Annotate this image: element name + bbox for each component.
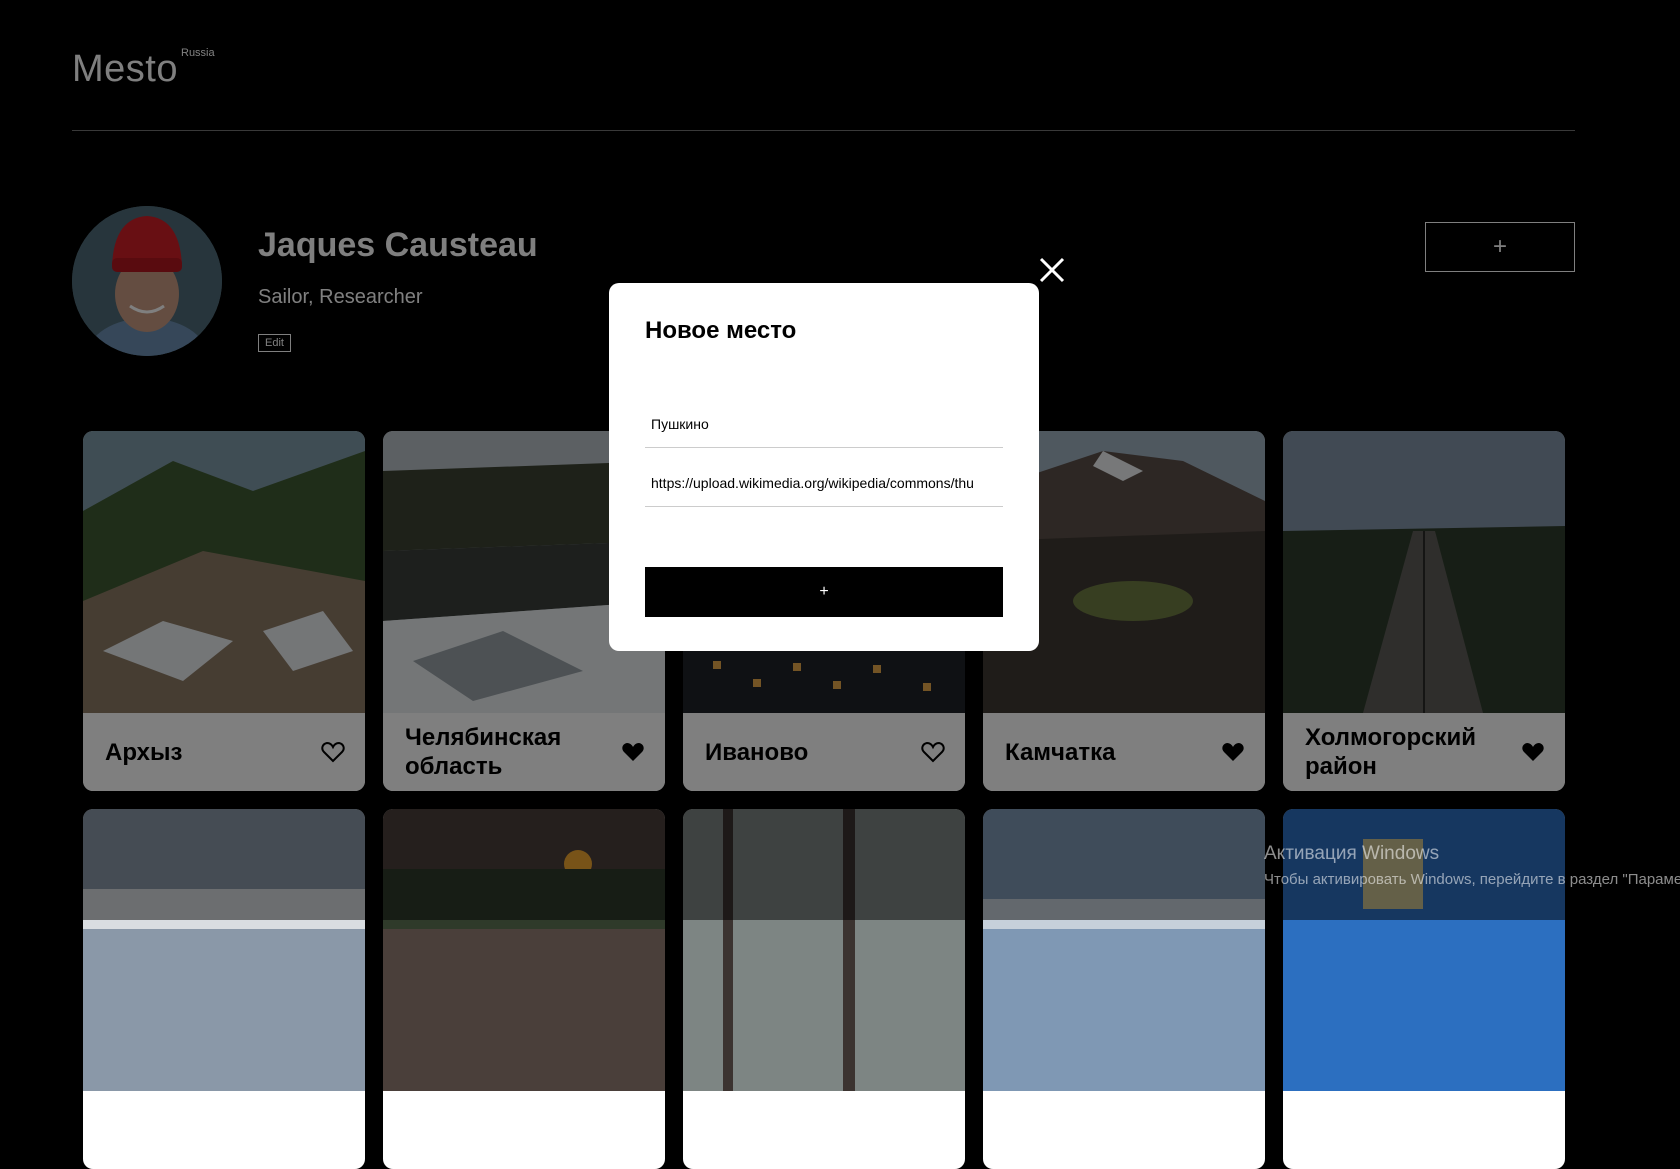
close-icon[interactable] [1038, 256, 1066, 284]
windows-activation-watermark: Активация Windows Чтобы активировать Win… [1264, 843, 1680, 888]
new-place-popup: Новое место + [609, 283, 1039, 651]
page: Mesto Russia Jaques Causteau Sailor, Res… [0, 0, 1680, 1169]
watermark-text: Чтобы активировать Windows, перейдите в … [1264, 871, 1680, 888]
place-link-input[interactable] [645, 459, 1003, 507]
popup-title: Новое место [645, 317, 797, 344]
watermark-title: Активация Windows [1264, 843, 1440, 864]
create-place-button[interactable]: + [645, 567, 1003, 617]
place-name-input[interactable] [645, 400, 1003, 448]
